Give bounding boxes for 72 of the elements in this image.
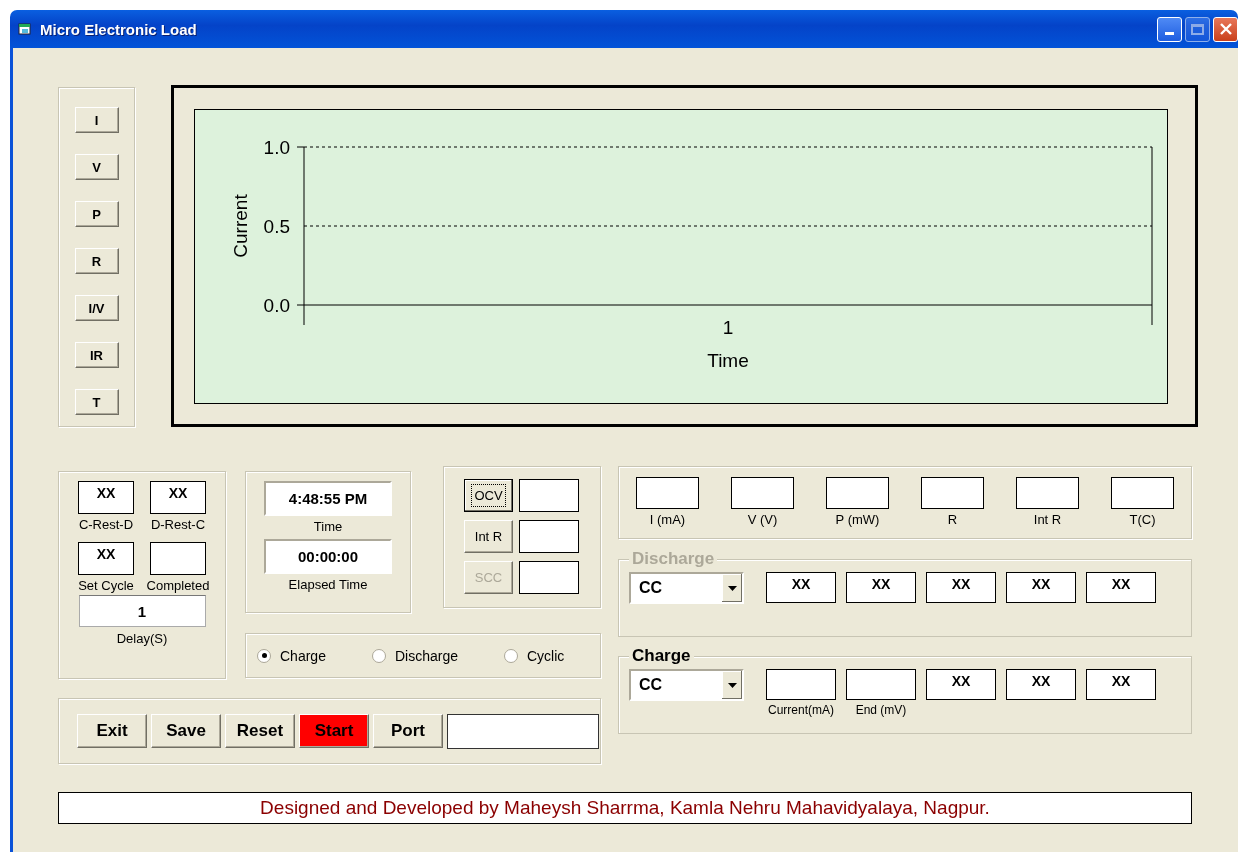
time-display: 00:00:00 [264,539,392,574]
reading-field[interactable] [636,477,699,509]
y-tick-label: 0.5 [263,216,290,237]
test-button[interactable]: OCV [464,479,513,512]
plot-button[interactable]: T [74,389,119,415]
cycle-field[interactable] [150,542,206,575]
action-button[interactable]: Port [373,714,443,748]
field-label: Current(mA) [768,703,834,717]
mode-radio[interactable]: Discharge [371,647,458,664]
maximize-button[interactable] [1185,16,1210,42]
x-axis-label: Time [707,350,749,371]
action-button[interactable]: Reset [225,714,295,748]
cycle-field[interactable]: XX [78,542,134,575]
time-display: 4:48:55 PM [264,481,392,516]
field-label: R [947,512,958,527]
group-title: Charge [629,646,694,666]
setting-field[interactable] [766,669,836,700]
caret-icon [727,682,737,688]
field-label: Delay(S) [116,631,168,646]
group-title: Discharge [629,549,718,569]
field-label: V (V) [747,512,778,527]
plot-button[interactable]: R [74,248,119,274]
field-label: P (mW) [835,512,880,527]
action-button[interactable]: Save [151,714,221,748]
reading-field[interactable] [826,477,889,509]
mode-radio[interactable]: Cyclic [503,647,565,664]
result-field[interactable] [519,479,579,512]
test-button[interactable]: Int R [464,520,513,553]
field-label: Set Cycle [78,578,134,593]
setting-field[interactable] [846,669,916,700]
action-button[interactable]: Start [299,714,369,748]
field-label: D-Rest-C [150,517,206,532]
window-title: Micro Electronic Load [40,20,197,38]
action-button[interactable]: Exit [77,714,147,748]
reading-field[interactable] [731,477,794,509]
reading-field[interactable] [1016,477,1079,509]
y-tick-label: 0.0 [263,295,290,316]
setting-field[interactable]: XX [926,669,996,700]
caret-icon [727,585,737,591]
field-label: T(C) [1129,512,1156,527]
field-label: Elapsed Time [288,577,368,592]
field-label: Time [313,519,343,534]
result-field[interactable] [519,561,579,594]
plot-button[interactable]: IR [74,342,119,368]
field-label: I (mA) [649,512,686,527]
close-button[interactable] [1213,16,1238,42]
plot-button[interactable]: P [74,201,119,227]
y-axis-label: Current [230,194,251,258]
setting-field[interactable]: XX [1086,669,1156,700]
credits-text: Designed and Developed by Maheysh Sharrma, Kamla Nehru Mahavidyalaya, Nagpur. [260,797,990,819]
field-label: End (mV) [855,703,907,717]
plot-button[interactable]: I [74,107,119,133]
cycle-field[interactable]: XX [150,481,206,514]
y-tick-label: 1.0 [263,137,290,158]
reading-field[interactable] [921,477,984,509]
cycle-field[interactable]: XX [78,481,134,514]
plot-button[interactable]: I/V [74,295,119,321]
window-icon [18,22,32,36]
delay-field[interactable]: 1 [78,595,206,627]
port-field[interactable] [447,713,599,749]
plot-button[interactable]: V [74,154,119,180]
field-label: Int R [1033,512,1062,527]
result-field[interactable] [519,520,579,553]
mode-radio[interactable]: Charge [257,647,326,664]
reading-field[interactable] [1111,477,1174,509]
field-label: Completed [146,578,210,593]
x-category-label: 1 [722,317,734,338]
close-icon [1218,22,1233,36]
field-label: C-Rest-D [78,517,134,532]
mode-dropdown[interactable]: CC [629,669,744,701]
minimize-button[interactable] [1157,16,1182,42]
setting-field[interactable]: XX [1006,669,1076,700]
